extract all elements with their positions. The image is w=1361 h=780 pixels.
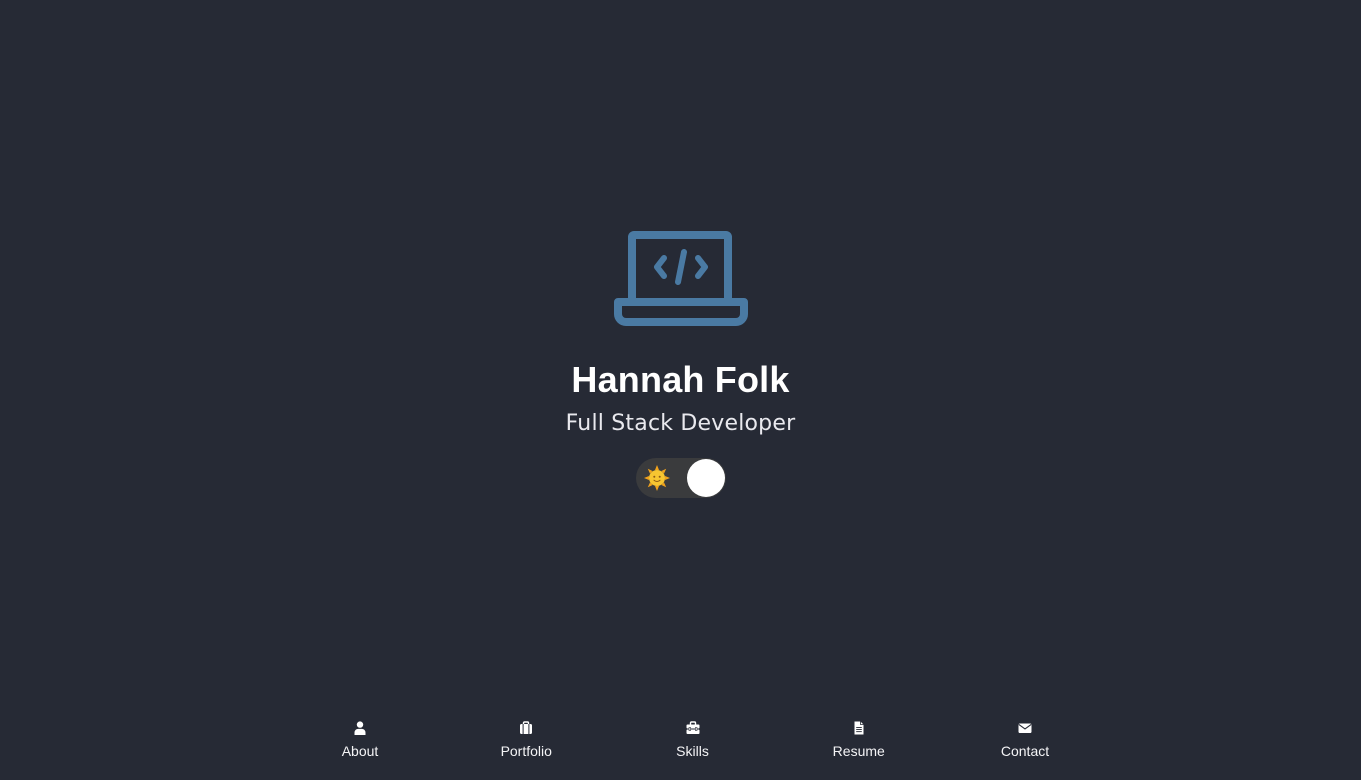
envelope-icon (1018, 723, 1032, 733)
laptop-code-icon (613, 231, 748, 326)
user-icon (354, 721, 366, 735)
nav-label-skills: Skills (676, 743, 709, 759)
toggle-knob[interactable] (686, 459, 725, 497)
nav-label-contact: Contact (1000, 743, 1050, 759)
nav-item-portfolio[interactable]: Portfolio (443, 708, 609, 780)
toolbox-icon (686, 721, 699, 734)
bottom-nav: About Portfolio Skills Resume Contact (277, 708, 1108, 780)
nav-label-resume: Resume (832, 743, 885, 759)
document-icon (854, 721, 864, 735)
sun-emoji-icon (643, 465, 670, 491)
subtitle: Full Stack Developer (565, 411, 796, 436)
page-title: Hannah Folk (571, 359, 790, 400)
nav-item-resume[interactable]: Resume (776, 708, 942, 780)
nav-item-skills[interactable]: Skills (610, 708, 776, 780)
briefcase-icon (520, 721, 533, 734)
nav-label-portfolio: Portfolio (500, 743, 552, 759)
nav-item-contact[interactable]: Contact (942, 708, 1108, 780)
hero-section: Hannah Folk Full Stack Developer (0, 226, 1361, 498)
theme-toggle[interactable] (635, 458, 726, 498)
page: Hannah Folk Full Stack Developer About P… (0, 0, 1361, 780)
nav-label-about: About (341, 743, 379, 759)
nav-item-about[interactable]: About (277, 708, 443, 780)
